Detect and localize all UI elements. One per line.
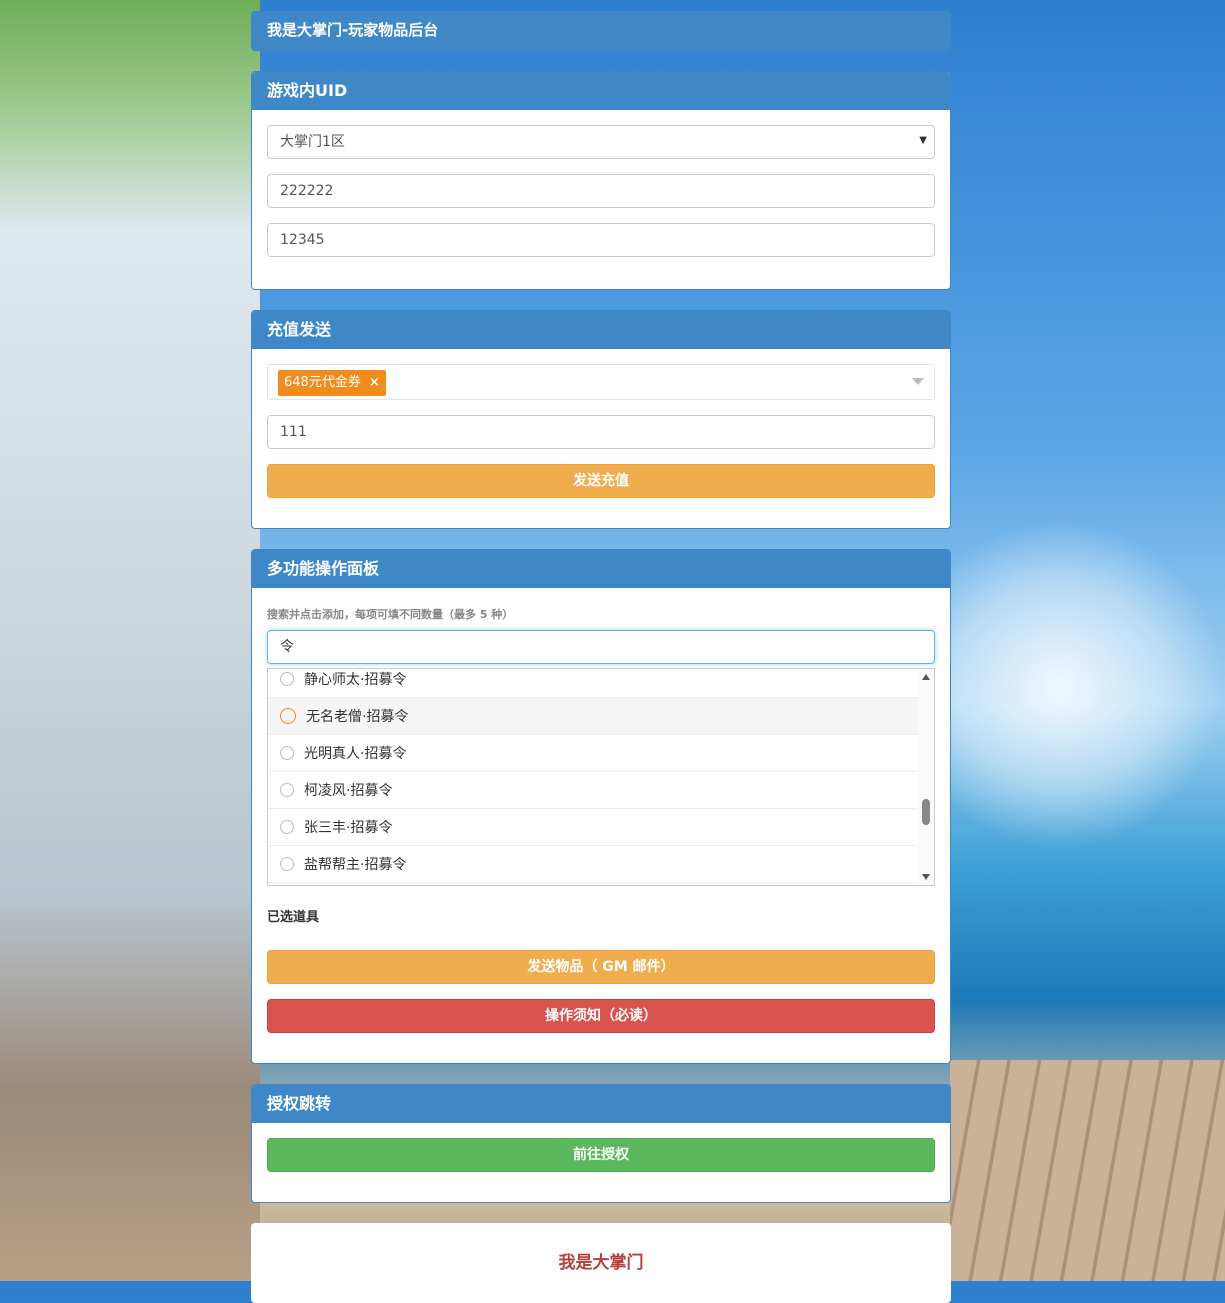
- auth-panel-title: 授权跳转: [252, 1085, 950, 1123]
- selected-item-tag-label: 648元代金券: [284, 375, 361, 390]
- selected-item-tag: 648元代金券 ×: [278, 370, 386, 396]
- page-title: 我是大掌门-玩家物品后台: [251, 11, 951, 51]
- uid-panel-title: 游戏内UID: [252, 72, 950, 110]
- radio-icon: [280, 708, 296, 724]
- background-scene-left: [0, 0, 260, 1281]
- background-deck: [950, 1060, 1225, 1281]
- recharge-panel: 充值发送 648元代金券 × 111 发送充值: [251, 310, 951, 529]
- password-input[interactable]: 12345: [267, 223, 935, 257]
- main-column: 我是大掌门-玩家物品后台 游戏内UID 大掌门1区 ▼ 222222 12345…: [251, 0, 951, 1303]
- item-option-list: 静心师太·招募令 无名老僧·招募令 光明真人·招募令 柯凌风·招募令 张三丰·招募令 盐帮…: [268, 669, 918, 883]
- item-option[interactable]: 无名老僧·招募令: [268, 698, 918, 735]
- item-search-value: 令: [280, 639, 294, 655]
- item-search-input[interactable]: 令: [267, 630, 935, 664]
- uid-panel: 游戏内UID 大掌门1区 ▼ 222222 12345: [251, 71, 951, 290]
- radio-icon: [280, 672, 294, 686]
- item-option[interactable]: 盐帮帮主·招募令: [268, 846, 918, 883]
- amount-input-value: 111: [280, 424, 307, 440]
- background-clouds: [950, 520, 1225, 850]
- recharge-item-select[interactable]: 648元代金券 ×: [267, 364, 935, 400]
- item-option[interactable]: 柯凌风·招募令: [268, 772, 918, 809]
- radio-icon: [280, 857, 294, 871]
- item-option[interactable]: 光明真人·招募令: [268, 735, 918, 772]
- radio-icon: [280, 746, 294, 760]
- scroll-up-icon[interactable]: [922, 674, 930, 680]
- server-select-value: 大掌门1区: [280, 134, 345, 150]
- item-option-label: 张三丰·招募令: [304, 820, 393, 836]
- send-recharge-button[interactable]: 发送充值: [267, 464, 935, 498]
- recharge-panel-title: 充值发送: [252, 311, 950, 349]
- radio-icon: [280, 820, 294, 834]
- multi-panel-title: 多功能操作面板: [252, 550, 950, 588]
- chevron-down-icon: ▼: [919, 135, 927, 146]
- uid-input[interactable]: 222222: [267, 174, 935, 208]
- scroll-thumb[interactable]: [922, 799, 930, 825]
- send-items-button[interactable]: 发送物品（ GM 邮件）: [267, 950, 935, 984]
- item-option-label: 静心师太·招募令: [304, 672, 407, 688]
- item-option[interactable]: 静心师太·招募令: [268, 669, 918, 698]
- server-select-wrap: 大掌门1区 ▼: [267, 125, 935, 159]
- item-option[interactable]: 张三丰·招募令: [268, 809, 918, 846]
- server-select[interactable]: 大掌门1区: [267, 125, 935, 159]
- item-option-label: 无名老僧·招募令: [306, 709, 409, 725]
- radio-icon: [280, 783, 294, 797]
- item-dropdown: 静心师太·招募令 无名老僧·招募令 光明真人·招募令 柯凌风·招募令 张三丰·招募令 盐帮…: [267, 668, 935, 886]
- uid-input-value: 222222: [280, 183, 334, 199]
- item-option-label: 柯凌风·招募令: [304, 783, 393, 799]
- multi-function-panel: 多功能操作面板 搜索并点击添加，每项可填不同数量（最多 5 种） 令 静心师太·…: [251, 549, 951, 1064]
- dropdown-scrollbar[interactable]: [918, 669, 934, 885]
- search-hint: 搜索并点击添加，每项可填不同数量（最多 5 种）: [267, 608, 514, 621]
- password-input-value: 12345: [280, 232, 325, 248]
- go-authorize-button[interactable]: 前往授权: [267, 1138, 935, 1172]
- auth-panel: 授权跳转 前往授权: [251, 1084, 951, 1203]
- close-icon[interactable]: ×: [369, 375, 380, 390]
- item-option-label: 盐帮帮主·招募令: [304, 857, 407, 873]
- notice-button[interactable]: 操作须知（必读）: [267, 999, 935, 1033]
- item-option-label: 光明真人·招募令: [304, 746, 407, 762]
- footer-text: 我是大掌门: [558, 1253, 644, 1273]
- caret-down-icon[interactable]: [912, 378, 924, 385]
- selected-items-label: 已选道具: [267, 910, 320, 925]
- footer: 我是大掌门: [251, 1223, 951, 1303]
- scroll-down-icon[interactable]: [922, 874, 930, 880]
- amount-input[interactable]: 111: [267, 415, 935, 449]
